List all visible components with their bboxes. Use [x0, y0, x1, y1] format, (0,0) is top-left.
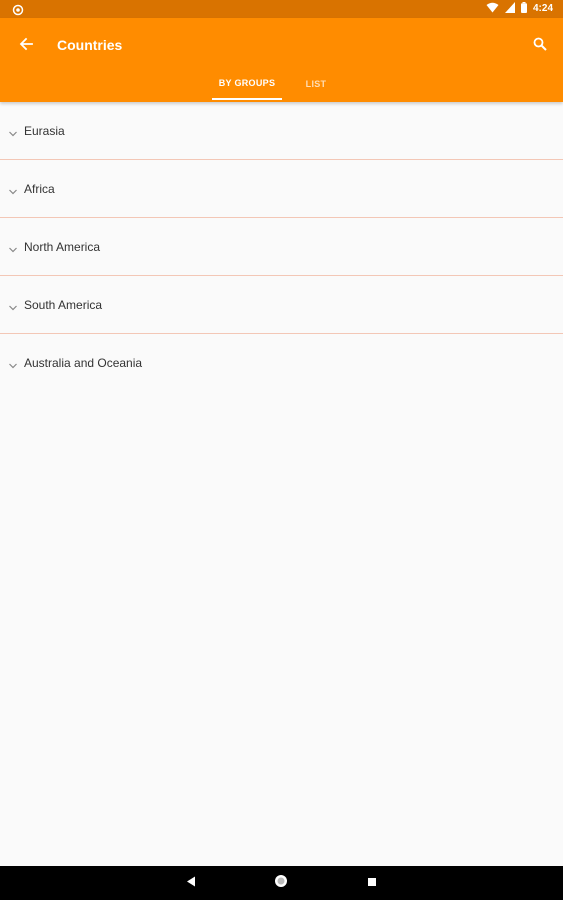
tab-by-groups[interactable]: BY GROUPS [212, 68, 282, 100]
search-icon [533, 37, 547, 56]
arrow-back-icon [19, 37, 33, 56]
group-label: Australia and Oceania [24, 355, 143, 370]
status-time: 4:24 [532, 3, 553, 14]
nav-home-button[interactable] [273, 874, 289, 893]
status-bar: 4:24 [0, 0, 563, 18]
group-row-eurasia[interactable]: Eurasia [0, 102, 563, 160]
group-label: Eurasia [24, 123, 65, 138]
app-bar: Countries BY GROUPS LIST [0, 18, 563, 102]
tab-label: BY GROUPS [218, 78, 276, 88]
group-label: South America [24, 297, 103, 312]
chevron-down-icon [8, 357, 18, 369]
home-circle-icon [274, 874, 288, 893]
battery-icon [520, 0, 527, 18]
group-row-africa[interactable]: Africa [0, 160, 563, 218]
tab-label: LIST [305, 79, 327, 89]
system-nav-bar [0, 866, 563, 900]
chevron-down-icon [8, 125, 18, 137]
wifi-icon [486, 0, 499, 18]
group-label: North America [24, 239, 101, 254]
recents-square-icon [367, 874, 377, 892]
notification-icon [12, 3, 24, 16]
chevron-down-icon [8, 299, 18, 311]
cell-signal-icon [504, 0, 515, 18]
nav-recents-button[interactable] [364, 875, 380, 891]
group-row-north-america[interactable]: North America [0, 218, 563, 276]
group-label: Africa [24, 181, 55, 196]
page-title: Countries [57, 37, 123, 53]
back-button[interactable] [12, 34, 40, 58]
group-list: Eurasia Africa North America South Ameri… [0, 102, 563, 391]
nav-back-button[interactable] [183, 875, 199, 891]
tab-list[interactable]: LIST [296, 68, 336, 100]
group-row-australia-oceania[interactable]: Australia and Oceania [0, 334, 563, 391]
back-triangle-icon [186, 874, 196, 892]
group-row-south-america[interactable]: South America [0, 276, 563, 334]
chevron-down-icon [8, 183, 18, 195]
search-button[interactable] [527, 33, 553, 59]
chevron-down-icon [8, 241, 18, 253]
